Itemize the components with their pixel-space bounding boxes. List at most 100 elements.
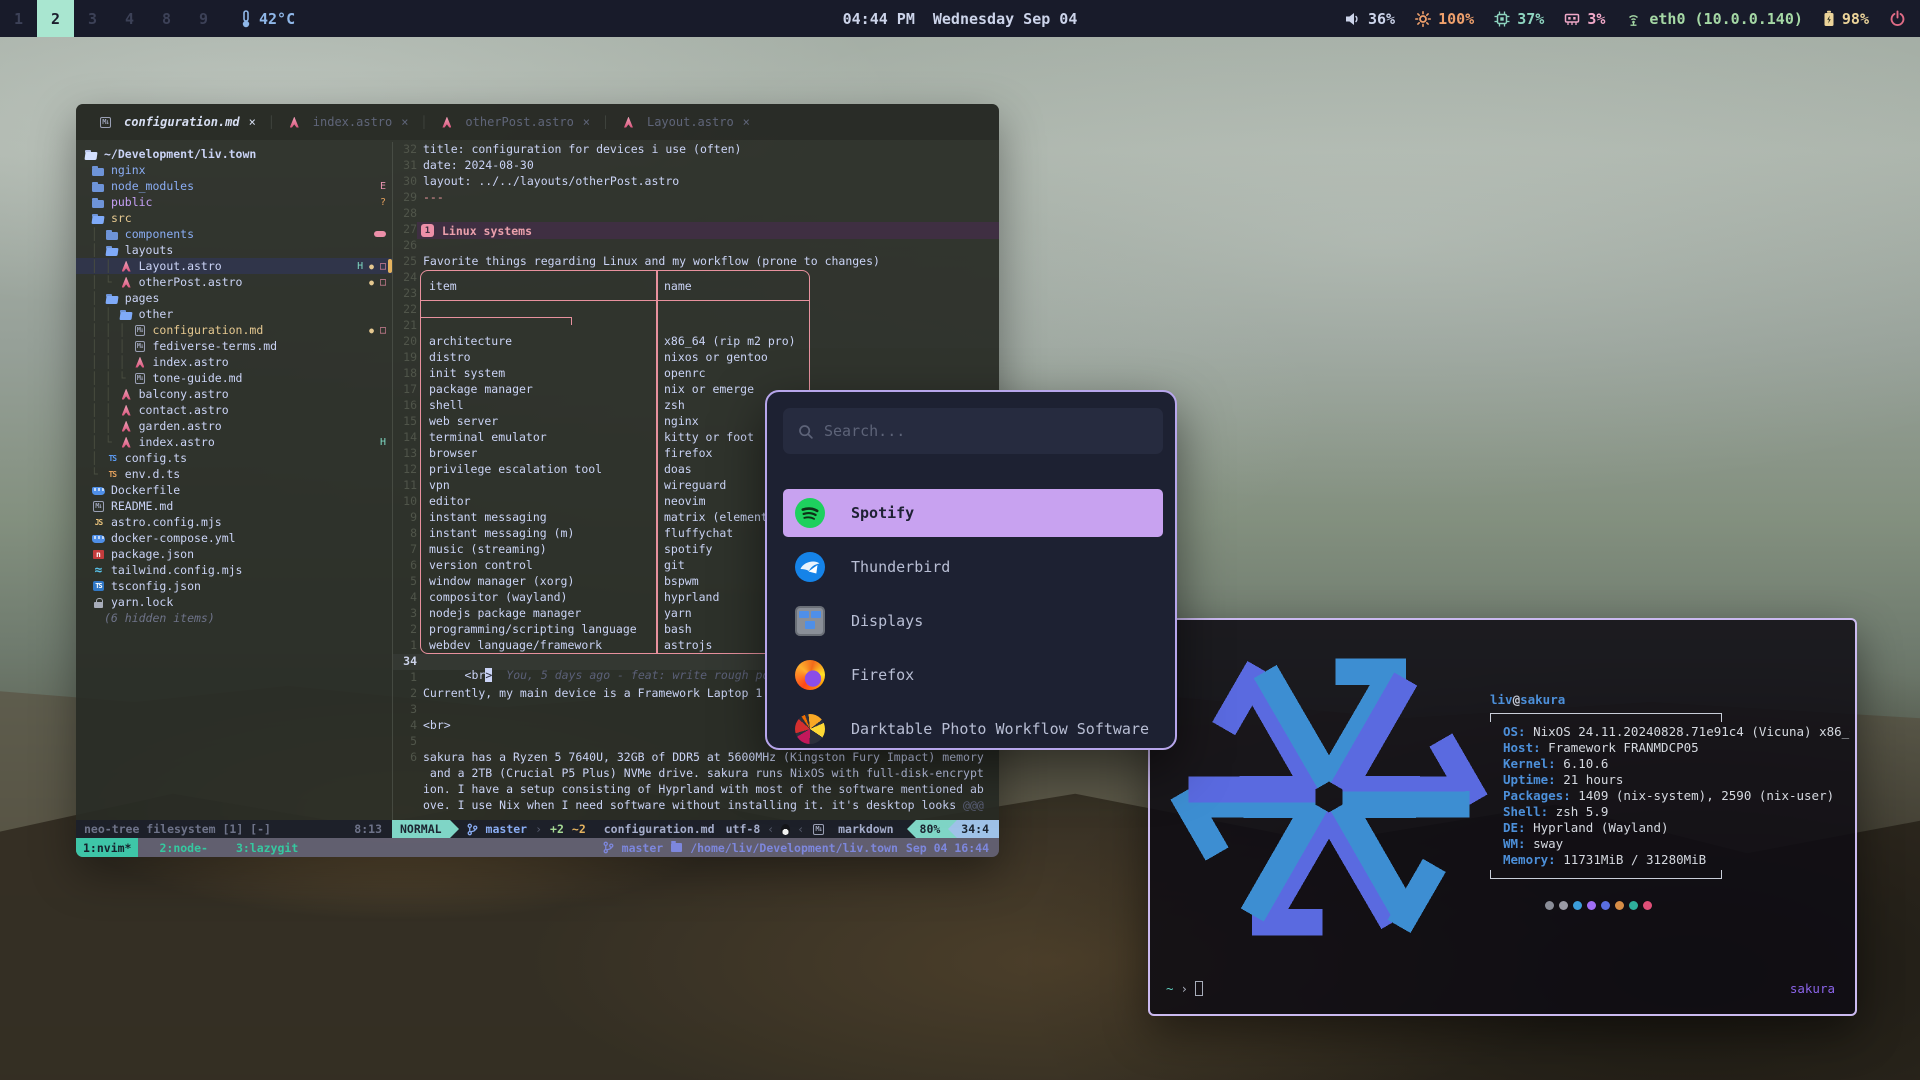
indent-guide	[84, 211, 91, 225]
tree-item-index.astro[interactable]: │ │ │ index.astro	[76, 354, 392, 370]
launcher-item-darktable[interactable]: Darktable Photo Workflow Software	[783, 705, 1163, 750]
tree-item-pages[interactable]: │ pages	[76, 290, 392, 306]
tree-item-label: config.ts	[125, 451, 187, 465]
tab-label: index.astro	[313, 115, 392, 129]
fetch-field-value: 21 hours	[1556, 772, 1624, 787]
table-cell-item: window manager (xorg)	[421, 574, 656, 588]
fetch-terminal-window[interactable]: liv@sakura OS: NixOS 24.11.20240828.71e9…	[1148, 618, 1857, 1016]
tab-label: otherPost.astro	[465, 115, 573, 129]
astro-icon	[439, 116, 454, 129]
launcher-search-input[interactable]: Search...	[783, 408, 1163, 454]
tree-item-Layout.astro[interactable]: │ │ Layout.astroH●□	[76, 258, 392, 274]
tree-item-tone-guide.md[interactable]: │ │ └ tone-guide.md	[76, 370, 392, 386]
launcher-item-spotify[interactable]: Spotify	[783, 489, 1163, 537]
line-number: 17	[393, 382, 417, 396]
volume-module[interactable]: 36%	[1345, 10, 1395, 28]
workspace-2[interactable]: 2	[37, 0, 74, 37]
workspace-3[interactable]: 3	[74, 0, 111, 37]
terminal-cursor	[1195, 981, 1203, 996]
buffer-line: date: 2024-08-30	[423, 158, 534, 172]
memory-module: 3%	[1564, 10, 1605, 28]
brightness-module[interactable]: 100%	[1415, 10, 1474, 28]
tree-item-README.md[interactable]: README.md	[76, 498, 392, 514]
tab-Layout.astro[interactable]: Layout.astro×	[609, 104, 762, 140]
tree-item-components[interactable]: │ components	[76, 226, 392, 242]
workspace-1[interactable]: 1	[0, 0, 37, 37]
tree-item-src[interactable]: src	[76, 210, 392, 226]
tree-item-Developmentliv.town[interactable]: ~/Development/liv.town	[76, 146, 392, 162]
tab-otherPost.astro[interactable]: otherPost.astro ×	[427, 104, 602, 140]
folder-icon	[671, 843, 682, 852]
table-cell-name: firefox	[656, 446, 712, 460]
tree-item-label: configuration.md	[152, 323, 263, 337]
tmux-window-2[interactable]: 2:node-	[152, 841, 214, 855]
tmux-window-1[interactable]: 1:nvim*	[76, 838, 138, 857]
tree-item-other[interactable]: │ │ other	[76, 306, 392, 322]
tree-item-nodemodules[interactable]: node_modulesE	[76, 178, 392, 194]
tree-item-tailwind.config.mjs[interactable]: tailwind.config.mjs	[76, 562, 392, 578]
git-branch-icon	[603, 841, 614, 854]
tree-item-fediverse-terms.md[interactable]: │ │ │ fediverse-terms.md	[76, 338, 392, 354]
workspace-8[interactable]: 8	[148, 0, 185, 37]
tree-item-nginx[interactable]: nginx	[76, 162, 392, 178]
line-number: 27	[393, 222, 417, 236]
tree-item-6hiddenitems[interactable]: (6 hidden items)	[76, 610, 392, 626]
indent-guide	[84, 595, 91, 609]
tab-close-icon[interactable]: ×	[583, 115, 590, 129]
npm-icon	[91, 548, 106, 561]
tree-item-balcony.astro[interactable]: │ │ balcony.astro	[76, 386, 392, 402]
shell-prompt[interactable]: ~ ›	[1166, 981, 1203, 996]
git-blame-annotation: You, 5 days ago - feat: write rough post…	[506, 668, 804, 682]
launcher-item-firefox[interactable]: Firefox	[783, 651, 1163, 699]
tree-item-label: fediverse-terms.md	[152, 339, 277, 353]
table-row: architecturex86_64 (rip m2 pro)	[421, 333, 809, 349]
tree-item-package.json[interactable]: package.json	[76, 546, 392, 562]
launcher-item-label: Displays	[851, 612, 923, 630]
cpu-value: 37%	[1517, 10, 1544, 28]
tree-item-astro.config.mjs[interactable]: astro.config.mjs	[76, 514, 392, 530]
table-cell-name: astrojs	[656, 638, 712, 652]
workspace-9[interactable]: 9	[185, 0, 222, 37]
tree-item-public[interactable]: public?	[76, 194, 392, 210]
tree-item-env.d.ts[interactable]: └ env.d.ts	[76, 466, 392, 482]
tmux-statusbar: 1:nvim*2:node-3:lazygit master /home/liv…	[76, 838, 999, 857]
network-module[interactable]: eth0 (10.0.0.140)	[1625, 10, 1803, 28]
firefox-icon	[795, 660, 825, 690]
workspace-4[interactable]: 4	[111, 0, 148, 37]
power-button[interactable]	[1889, 10, 1906, 27]
tab-close-icon[interactable]: ×	[249, 115, 256, 129]
tree-item-label: astro.config.mjs	[111, 515, 222, 529]
neotree-position: 8:13	[354, 822, 382, 836]
tree-item-contact.astro[interactable]: │ │ contact.astro	[76, 402, 392, 418]
tsbox-icon	[91, 580, 106, 593]
tree-item-index.astro[interactable]: │ └ index.astroH	[76, 434, 392, 450]
tree-item-configuration.md[interactable]: │ │ │ configuration.md●□	[76, 322, 392, 338]
tree-item-badges: H●□	[357, 261, 386, 272]
launcher-item-thunderbird[interactable]: Thunderbird	[783, 543, 1163, 591]
tab-configuration.md[interactable]: configuration.md×	[86, 104, 268, 140]
line-number: 6	[393, 558, 417, 572]
markdown-table: item name architecturex86_64 (rip m2 pro…	[420, 270, 810, 654]
tree-item-layouts[interactable]: │ layouts	[76, 242, 392, 258]
tree-item-yarn.lock[interactable]: yarn.lock	[76, 594, 392, 610]
git-status-badge: ●	[369, 262, 374, 271]
tree-item-config.ts[interactable]: │ config.ts	[76, 450, 392, 466]
tab-close-icon[interactable]: ×	[401, 115, 408, 129]
tree-item-docker-compose.yml[interactable]: docker-compose.yml	[76, 530, 392, 546]
line-number: 4	[393, 590, 417, 604]
tab-close-icon[interactable]: ×	[743, 115, 750, 129]
launcher-item-displays[interactable]: Displays	[783, 597, 1163, 645]
tree-item-tsconfig.json[interactable]: tsconfig.json	[76, 578, 392, 594]
tmux-window-3[interactable]: 3:lazygit	[229, 841, 305, 855]
tree-item-label: index.astro	[152, 355, 228, 369]
tree-item-Dockerfile[interactable]: Dockerfile	[76, 482, 392, 498]
tab-index.astro[interactable]: index.astro ×	[275, 104, 421, 140]
tree-item-otherPost.astro[interactable]: │ └ otherPost.astro●□	[76, 274, 392, 290]
table-cell-name: matrix (element)	[656, 510, 775, 524]
line-number: 12	[393, 462, 417, 476]
indent-guide: │ │	[84, 307, 119, 321]
fetch-field-kernel: Kernel: 6.10.6	[1490, 756, 1850, 772]
fetch-field-os: OS: NixOS 24.11.20240828.71e91c4 (Vicuna…	[1490, 724, 1850, 740]
tree-item-garden.astro[interactable]: │ │ garden.astro	[76, 418, 392, 434]
battery-value: 98%	[1842, 10, 1869, 28]
